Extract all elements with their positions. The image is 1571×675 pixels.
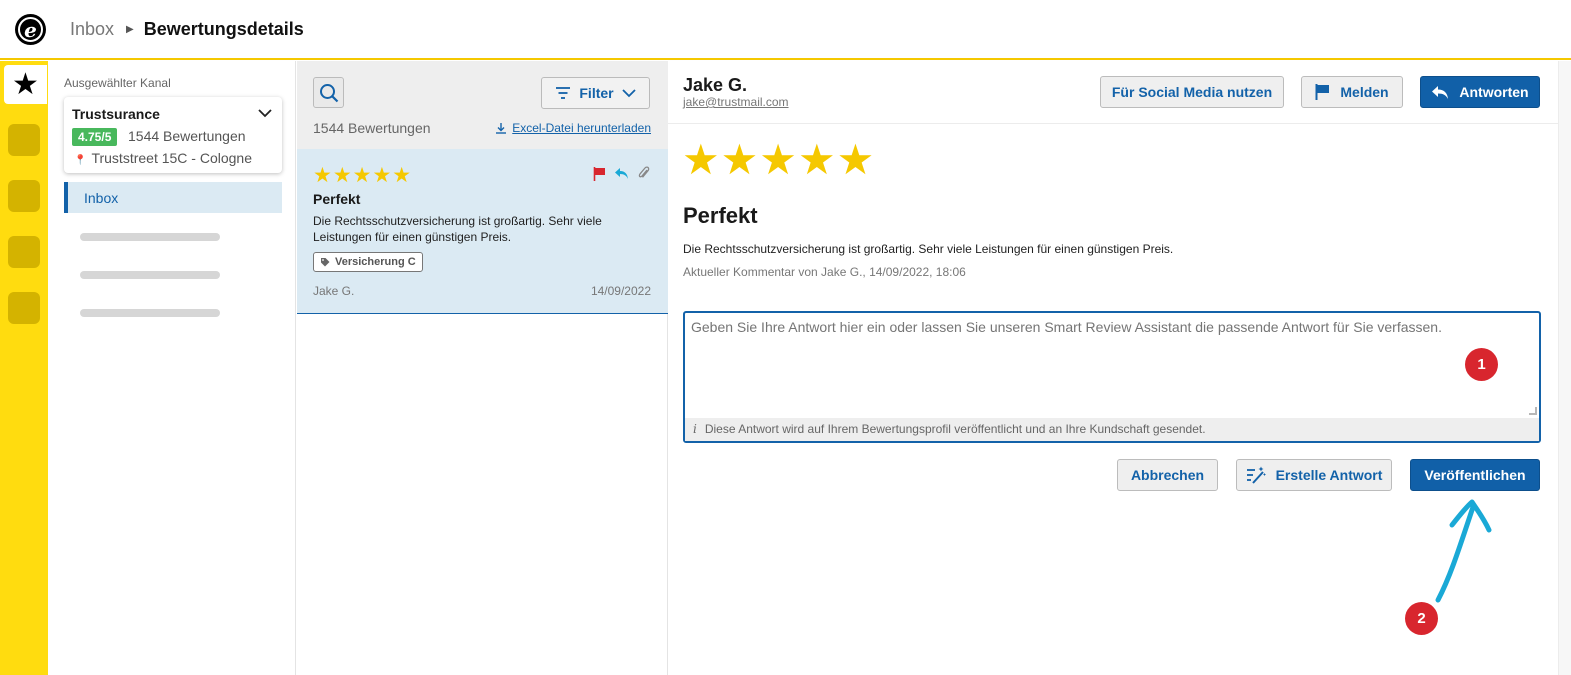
reviews-star-icon[interactable]: ★ [4, 65, 47, 104]
resize-handle-icon[interactable] [1529, 407, 1537, 415]
step-badge-2: 2 [1405, 602, 1438, 635]
rail-item-placeholder[interactable] [8, 292, 40, 324]
trusted-shops-logo[interactable]: e [15, 14, 46, 45]
report-button[interactable]: Melden [1301, 76, 1403, 108]
tag-icon [321, 258, 330, 267]
location-pin-icon: 📍 [74, 155, 87, 166]
reply-icon [615, 168, 628, 179]
download-icon [496, 123, 507, 134]
review-date: 14/09/2022 [590, 284, 651, 298]
download-label: Excel-Datei herunterladen [512, 121, 651, 135]
star-rating-large: ★★★★★ [682, 136, 876, 183]
review-detail-header: Jake G. jake@trustmail.com Für Social Me… [668, 61, 1558, 124]
review-text: Die Rechtsschutzversicherung ist großart… [683, 242, 1174, 256]
report-label: Melden [1340, 84, 1389, 100]
review-meta: Aktueller Kommentar von Jake G., 14/09/2… [683, 265, 966, 279]
channel-selector[interactable]: Trustsurance 4.75/5 1544 Bewertungen 📍 Tr… [64, 97, 282, 173]
review-count: 1544 Bewertungen [128, 128, 246, 144]
review-card[interactable]: ★★★★★ Perfekt Die Rechtsschutzversicheru… [297, 149, 668, 314]
scrollbar[interactable] [1558, 61, 1571, 675]
reply-textarea[interactable] [691, 319, 1531, 415]
social-media-button[interactable]: Für Social Media nutzen [1100, 76, 1284, 108]
logo-letter: e [24, 17, 37, 42]
review-list-header: Filter 1544 Bewertungen Excel-Datei heru… [297, 61, 668, 149]
skeleton-line [80, 233, 220, 241]
search-icon [319, 83, 338, 102]
product-tag: Versicherung C [313, 252, 423, 272]
reviewer-name: Jake G. [683, 75, 748, 95]
reply-button[interactable]: Antworten [1420, 76, 1540, 108]
reply-hint-text: Diese Antwort wird auf Ihrem Bewertungsp… [704, 422, 1206, 436]
review-card-icons [593, 166, 650, 181]
publish-button[interactable]: Veröffentlichen [1410, 459, 1540, 491]
search-button[interactable] [313, 77, 344, 108]
review-detail-pane: Jake G. jake@trustmail.com Für Social Me… [668, 61, 1558, 675]
sidebar-item-inbox[interactable]: Inbox [64, 182, 282, 213]
rail-item-placeholder[interactable] [8, 180, 40, 212]
reviewer-email[interactable]: jake@trustmail.com [683, 95, 789, 109]
review-author: Jake G. [313, 284, 355, 298]
rail-item-placeholder[interactable] [8, 236, 40, 268]
review-text: Die Rechtsschutzversicherung ist großart… [313, 214, 602, 244]
review-list-pane: Filter 1544 Bewertungen Excel-Datei heru… [297, 61, 668, 675]
reply-box: i Diese Antwort wird auf Ihrem Bewertungs… [683, 311, 1541, 443]
breadcrumb-inbox[interactable]: Inbox [70, 19, 114, 40]
annotation-arrow-icon [1435, 499, 1492, 603]
generate-reply-label: Erstelle Antwort [1275, 467, 1383, 483]
breadcrumb: Inbox ▶ Bewertungsdetails [70, 19, 304, 40]
cancel-button[interactable]: Abbrechen [1117, 459, 1218, 491]
top-bar: e Inbox ▶ Bewertungsdetails [0, 0, 1571, 60]
excel-download-link[interactable]: Excel-Datei herunterladen [495, 121, 651, 135]
step-badge-1: 1 [1465, 348, 1498, 381]
address-text: Truststreet 15C - Cologne [91, 150, 253, 166]
reply-label: Antworten [1459, 84, 1529, 100]
channel-name: Trustsurance [72, 106, 160, 122]
rating-badge: 4.75/5 [72, 128, 118, 146]
app-rail: ★ [0, 61, 48, 675]
generate-reply-button[interactable]: Erstelle Antwort [1236, 459, 1392, 491]
attachment-icon [638, 166, 650, 178]
magic-wand-icon [1246, 466, 1266, 484]
info-icon: i [693, 422, 697, 436]
chevron-down-icon [621, 88, 636, 97]
filter-icon [556, 87, 571, 99]
rail-item-placeholder[interactable] [8, 124, 40, 156]
chevron-down-icon [258, 105, 272, 123]
star-rating: ★★★★★ [313, 164, 413, 187]
product-tag-label: Versicherung C [335, 256, 416, 268]
page-title: Bewertungsdetails [143, 19, 304, 39]
reply-hint: i Diese Antwort wird auf Ihrem Bewertungs… [685, 418, 1539, 441]
review-title: Perfekt [683, 203, 758, 228]
review-title: Perfekt [313, 191, 361, 207]
channel-label: Ausgewählter Kanal [64, 76, 171, 90]
filter-label: Filter [579, 85, 614, 101]
flag-icon [1315, 84, 1330, 100]
review-total: 1544 Bewertungen [313, 120, 431, 136]
skeleton-line [80, 309, 220, 317]
skeleton-line [80, 271, 220, 279]
reply-icon [1432, 85, 1449, 99]
flag-icon [593, 166, 605, 181]
breadcrumb-separator-icon: ▶ [126, 24, 134, 35]
sidebar: Ausgewählter Kanal Trustsurance 4.75/5 1… [48, 61, 296, 675]
channel-address: 📍 Truststreet 15C - Cologne [74, 150, 252, 166]
filter-button[interactable]: Filter [541, 77, 650, 109]
